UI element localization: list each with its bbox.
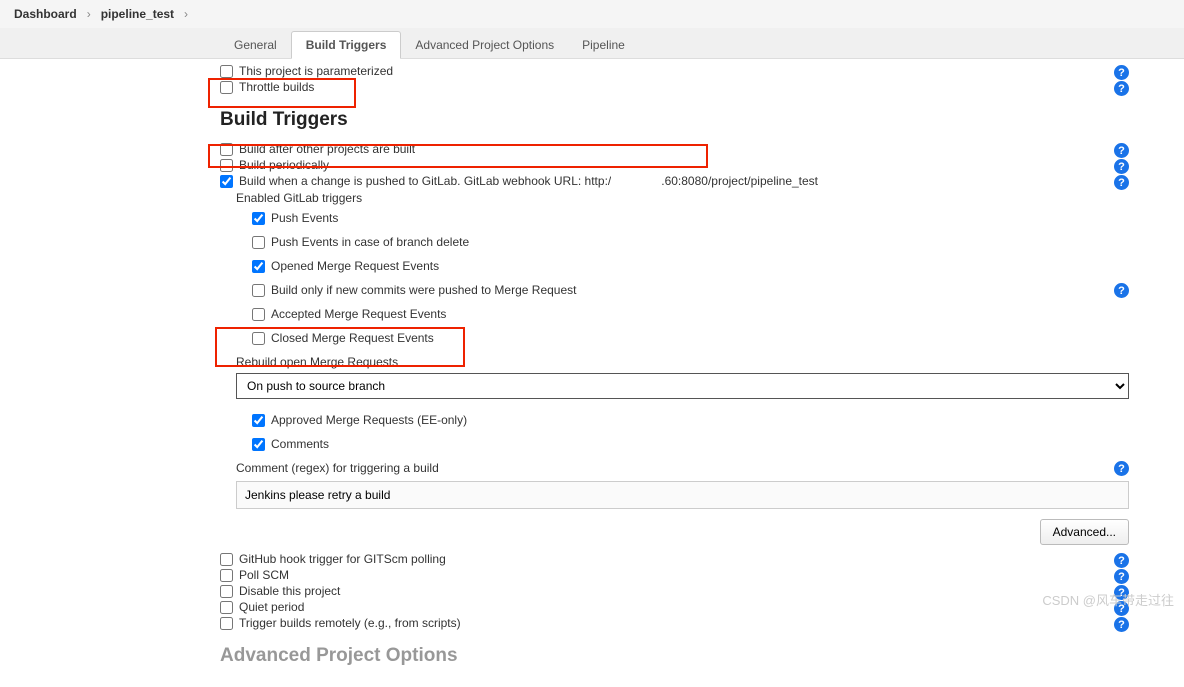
push-branch-delete-label: Push Events in case of branch delete [271,235,469,249]
help-icon[interactable]: ? [1114,553,1129,568]
push-events-label: Push Events [271,211,338,225]
build-after-other-checkbox[interactable] [220,143,233,156]
tab-pipeline[interactable]: Pipeline [568,32,639,58]
poll-scm-checkbox[interactable] [220,569,233,582]
help-icon[interactable]: ? [1114,143,1129,158]
opened-mr-label: Opened Merge Request Events [271,259,439,273]
accepted-mr-checkbox[interactable] [252,308,265,321]
throttle-checkbox[interactable] [220,81,233,94]
section-advanced-project-options: Advanced Project Options [220,645,1129,667]
help-icon[interactable]: ? [1114,175,1129,190]
trigger-remote-checkbox[interactable] [220,617,233,630]
rebuild-open-mr-label: Rebuild open Merge Requests [236,355,1129,369]
help-icon[interactable]: ? [1114,617,1129,632]
watermark: CSDN @风车带走过往 [1042,590,1174,609]
help-icon[interactable]: ? [1114,159,1129,174]
breadcrumb-dashboard[interactable]: Dashboard [14,7,77,21]
config-tabs: General Build Triggers Advanced Project … [0,28,1184,59]
poll-scm-label: Poll SCM [239,568,289,582]
disable-project-checkbox[interactable] [220,585,233,598]
comments-checkbox[interactable] [252,438,265,451]
throttle-label: Throttle builds [239,80,314,94]
enabled-gitlab-triggers-label: Enabled GitLab triggers [236,191,1129,205]
quiet-period-checkbox[interactable] [220,601,233,614]
closed-mr-checkbox[interactable] [252,332,265,345]
build-periodically-label: Build periodically [239,158,329,172]
chevron-right-icon: › [184,7,188,21]
closed-mr-label: Closed Merge Request Events [271,331,434,345]
approved-mr-checkbox[interactable] [252,414,265,427]
help-icon[interactable]: ? [1114,65,1129,80]
help-icon[interactable]: ? [1114,283,1129,298]
accepted-mr-label: Accepted Merge Request Events [271,307,446,321]
breadcrumb-project[interactable]: pipeline_test [101,7,174,21]
section-build-triggers: Build Triggers [220,109,1129,131]
redacted-host [611,176,661,188]
tab-advanced-project-options[interactable]: Advanced Project Options [401,32,568,58]
comment-regex-input[interactable] [236,481,1129,509]
help-icon[interactable]: ? [1114,461,1129,476]
help-icon[interactable]: ? [1114,81,1129,96]
tab-build-triggers[interactable]: Build Triggers [291,31,402,59]
build-only-new-commits-label: Build only if new commits were pushed to… [271,283,576,297]
gitlab-push-checkbox[interactable] [220,175,233,188]
opened-mr-checkbox[interactable] [252,260,265,273]
push-events-checkbox[interactable] [252,212,265,225]
build-periodically-checkbox[interactable] [220,159,233,172]
parameterized-label: This project is parameterized [239,64,393,78]
disable-project-label: Disable this project [239,584,340,598]
push-branch-delete-checkbox[interactable] [252,236,265,249]
approved-mr-label: Approved Merge Requests (EE-only) [271,413,467,427]
help-icon[interactable]: ? [1114,569,1129,584]
build-after-other-label: Build after other projects are built [239,142,415,156]
github-hook-label: GitHub hook trigger for GITScm polling [239,552,446,566]
advanced-button[interactable]: Advanced... [1040,519,1129,545]
breadcrumb: Dashboard › pipeline_test › [0,0,1184,28]
trigger-remote-label: Trigger builds remotely (e.g., from scri… [239,616,461,630]
chevron-right-icon: › [87,7,91,21]
parameterized-checkbox[interactable] [220,65,233,78]
github-hook-checkbox[interactable] [220,553,233,566]
gitlab-push-label: Build when a change is pushed to GitLab.… [239,174,818,188]
comment-regex-label: Comment (regex) for triggering a build [236,461,439,475]
tab-general[interactable]: General [220,32,291,58]
build-only-new-commits-checkbox[interactable] [252,284,265,297]
comments-label: Comments [271,437,329,451]
quiet-period-label: Quiet period [239,600,304,614]
rebuild-open-mr-select[interactable]: On push to source branch [236,373,1129,399]
